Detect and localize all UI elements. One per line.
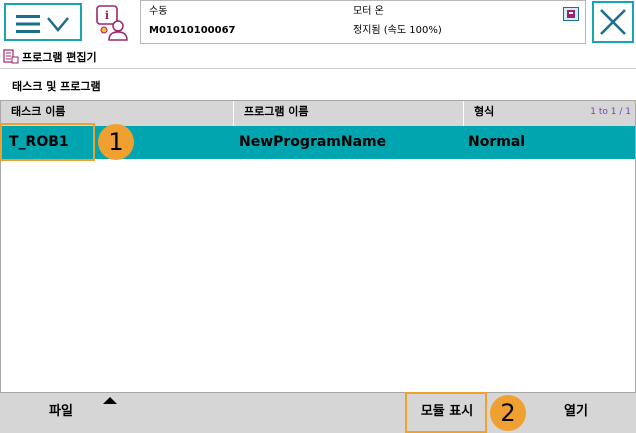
- close-button[interactable]: [592, 1, 634, 43]
- step-badge-1: 1: [98, 124, 134, 160]
- table-row[interactable]: T_ROB1 NewProgramName Normal: [1, 126, 635, 159]
- main-menu-button[interactable]: [4, 3, 82, 41]
- task-program-table: 태스크 이름 프로그램 이름 형식 1 to 1 / 1 T_ROB1 NewP…: [0, 100, 636, 393]
- program-state: 정지됨 (속도 100%): [353, 25, 442, 36]
- cell-type: Normal: [468, 134, 526, 150]
- menu-up-arrow-icon: [103, 397, 117, 404]
- close-icon: [600, 9, 626, 35]
- paging-indicator: 1 to 1 / 1: [590, 107, 631, 117]
- highlight-box-task: [0, 123, 95, 161]
- hamburger-menu-icon: [16, 15, 69, 33]
- motor-status: 모터 온: [353, 6, 384, 17]
- cell-program-name: NewProgramName: [239, 134, 387, 150]
- highlight-box-show-modules: [405, 392, 487, 433]
- svg-text:i: i: [105, 9, 109, 22]
- robot-info-icon[interactable]: i: [94, 4, 134, 42]
- program-editor-icon: [3, 49, 19, 64]
- bottom-command-bar: 파일 모듈 표시 열기: [0, 393, 636, 433]
- step-badge-2: 2: [490, 395, 526, 431]
- top-bar: i 수동 M01010100067 모터 온 정지됨 (속도 100%): [0, 0, 636, 46]
- column-header-program[interactable]: 프로그램 이름: [234, 101, 464, 126]
- controller-id: M01010100067: [149, 25, 236, 36]
- app-title: 프로그램 편집기: [22, 51, 97, 64]
- section-label: 태스크 및 프로그램: [12, 80, 101, 93]
- operating-mode: 수동: [149, 6, 168, 17]
- table-header: 태스크 이름 프로그램 이름 형식 1 to 1 / 1: [1, 101, 635, 126]
- app-title-bar: 프로그램 편집기: [0, 46, 636, 69]
- status-panel[interactable]: 수동 M01010100067 모터 온 정지됨 (속도 100%): [140, 0, 586, 44]
- status-flag-icon: [563, 7, 579, 21]
- open-button[interactable]: 열기: [516, 393, 636, 433]
